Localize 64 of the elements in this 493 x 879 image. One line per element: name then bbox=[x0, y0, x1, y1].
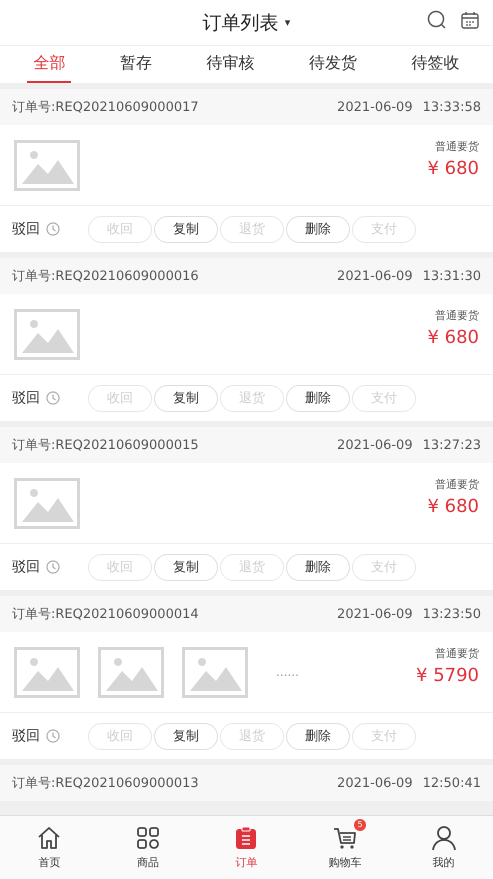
tab[interactable]: 待审核 bbox=[200, 46, 260, 83]
order-type: 普通要货 bbox=[435, 477, 479, 492]
order-status: 驳回 bbox=[12, 220, 40, 238]
order-status: 驳回 bbox=[12, 727, 40, 745]
order-type: 普通要货 bbox=[435, 308, 479, 323]
tab[interactable]: 待发货 bbox=[303, 46, 364, 83]
count-badge: 5 bbox=[354, 819, 366, 831]
order-status: 驳回 bbox=[12, 389, 40, 407]
order-time: 13:27:23 bbox=[422, 438, 481, 452]
order-price: ¥ 680 bbox=[427, 158, 479, 179]
nav-tab[interactable]: 5 购物车 bbox=[296, 816, 394, 879]
order-number: 订单号:REQ20210609000014 bbox=[12, 606, 199, 623]
nav-tab[interactable]: 订单 bbox=[197, 816, 296, 879]
order-price: ¥ 680 bbox=[427, 327, 479, 348]
image-placeholder-icon bbox=[14, 646, 80, 698]
nav-tab[interactable]: 商品 bbox=[98, 816, 198, 879]
home-icon bbox=[36, 825, 62, 851]
clock-icon[interactable] bbox=[46, 391, 60, 405]
image-placeholder-icon bbox=[14, 308, 80, 360]
order-time: 12:50:41 bbox=[422, 776, 481, 790]
dropdown-caret[interactable]: ▾ bbox=[284, 16, 290, 29]
action-button[interactable]: 复制 bbox=[154, 384, 218, 412]
action-button[interactable]: 删除 bbox=[286, 384, 350, 412]
action-button[interactable]: 删除 bbox=[286, 216, 350, 242]
order-date: 2021-06-09 bbox=[337, 776, 413, 790]
order-price: ¥ 5790 bbox=[416, 665, 479, 686]
order-time: 13:31:30 bbox=[422, 268, 481, 284]
nav-tab[interactable]: 首页 bbox=[0, 816, 99, 879]
order-time: 13:23:50 bbox=[422, 606, 481, 622]
clock-icon[interactable] bbox=[46, 729, 60, 743]
nav-tab[interactable]: 我的 bbox=[394, 816, 493, 879]
order-price: ¥ 680 bbox=[427, 496, 479, 517]
order-date: 2021-06-09 bbox=[337, 100, 413, 114]
clock-icon[interactable] bbox=[46, 222, 60, 236]
image-placeholder-icon bbox=[14, 140, 80, 190]
tab[interactable]: 待签收 bbox=[406, 46, 466, 83]
tab[interactable]: 暂存 bbox=[114, 46, 158, 83]
cart-icon bbox=[332, 825, 358, 851]
calendar-icon[interactable] bbox=[461, 11, 479, 29]
action-button[interactable]: 删除 bbox=[286, 722, 350, 750]
action-button[interactable]: 删除 bbox=[286, 554, 350, 580]
page-title: 订单列表 bbox=[202, 10, 279, 36]
order-time: 13:33:58 bbox=[422, 100, 481, 114]
image-placeholder-icon bbox=[98, 646, 164, 698]
order-date: 2021-06-09 bbox=[337, 606, 413, 622]
order-number: 订单号:REQ20210609000016 bbox=[12, 268, 199, 285]
clock-icon[interactable] bbox=[46, 560, 60, 574]
order-number: 订单号:REQ20210609000015 bbox=[12, 437, 199, 454]
action-button[interactable]: 复制 bbox=[154, 722, 218, 750]
order-status: 驳回 bbox=[12, 558, 40, 576]
order-type: 普通要货 bbox=[435, 646, 479, 661]
more-indicator: ...... bbox=[276, 665, 299, 679]
search-icon[interactable] bbox=[427, 10, 447, 30]
grid-icon bbox=[134, 825, 161, 851]
image-placeholder-icon bbox=[14, 478, 80, 528]
order-date: 2021-06-09 bbox=[337, 438, 413, 452]
order-type: 普通要货 bbox=[435, 139, 479, 154]
order-date: 2021-06-09 bbox=[337, 268, 413, 284]
order-number: 订单号:REQ20210609000017 bbox=[12, 99, 199, 116]
image-placeholder-icon bbox=[182, 646, 248, 698]
order-number: 订单号:REQ20210609000013 bbox=[12, 775, 199, 792]
person-icon bbox=[430, 825, 457, 851]
action-button[interactable]: 复制 bbox=[154, 216, 218, 242]
action-button[interactable]: 复制 bbox=[154, 554, 218, 580]
